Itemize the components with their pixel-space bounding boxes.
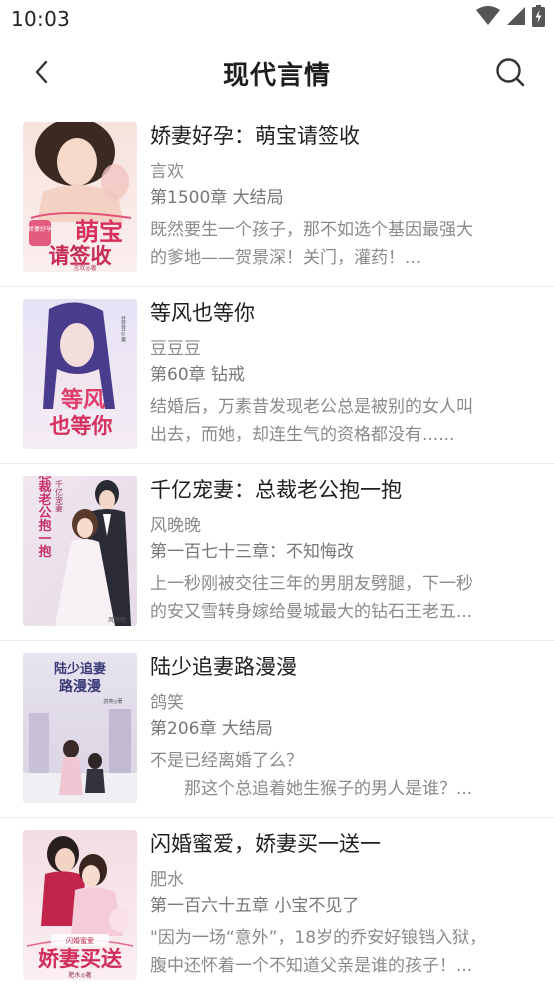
book-description-line: 那这个总追着她生猴子的男人是谁？... <box>150 779 473 799</box>
book-info: 娇妻好孕：萌宝请签收 言欢 第1500章 大结局 既然要生一个孩子，那不如选个基… <box>150 120 520 272</box>
book-author: 肥水 <box>150 870 184 890</box>
book-description-line: "因为一场“意外”，18岁的乔安好锒铛入狱， <box>150 928 487 948</box>
search-button[interactable] <box>492 56 528 92</box>
book-info: 千亿宠妻：总裁老公抱一抱 风晚晚 第一百七十三章：不知悔改 上一秒刚被交往三年的… <box>150 474 520 626</box>
book-description-line: 上一秒刚被交往三年的男朋友劈腿，下一秒 <box>150 574 473 594</box>
book-cover-image[interactable]: 总裁老公抱一抱 千亿宠妻 风晚晚 <box>23 476 137 626</box>
book-item[interactable]: 总裁老公抱一抱 千亿宠妻 风晚晚 千亿宠妻：总裁老公抱一抱 风晚晚 第一百七十三… <box>0 463 554 640</box>
cover-title-text: 娇妻买送 <box>38 946 123 971</box>
book-author: 鸽笑 <box>150 693 184 713</box>
cover-title-text: 萌宝 <box>75 217 123 246</box>
book-item[interactable]: 闪婚蜜爱 娇妻买送 肥水◎著 闪婚蜜爱，娇妻买一送一 肥水 第一百六十五章 小宝… <box>0 817 554 994</box>
book-latest-chapter: 第206章 大结局 <box>150 719 273 739</box>
cover-author-text: 肥水◎著 <box>68 971 91 979</box>
cover-author-text: 风晚晚 <box>108 616 126 624</box>
book-author: 豆豆豆 <box>150 339 201 359</box>
book-author: 言欢 <box>150 162 184 182</box>
book-description-line: 的安又雪转身嫁给曼城最大的钻石王老五... <box>150 602 473 622</box>
book-latest-chapter: 第60章 钻戒 <box>150 365 246 385</box>
cover-title-text: 路漫漫 <box>59 678 102 695</box>
cover-badge-text: 闪婚蜜爱 <box>66 936 94 945</box>
book-title[interactable]: 陆少追妻路漫漫 <box>150 651 520 683</box>
book-item[interactable]: 陆少追妻 路漫漫 鸽笑◎著 陆少追妻路漫漫 鸽笑 第206章 大结局 不是已经离… <box>0 640 554 817</box>
app-header: 现代言情 <box>0 38 554 110</box>
cover-author-text: 言欢◎著 <box>73 264 96 272</box>
book-latest-chapter: 第1500章 大结局 <box>150 188 284 208</box>
book-description-line: 腹中还怀着一个不知道父亲是谁的孩子！... <box>150 956 473 976</box>
book-latest-chapter: 第一百六十五章 小宝不见了 <box>150 896 360 916</box>
book-item[interactable]: 等风 也等你 豆豆豆◎著 等风也等你 豆豆豆 第60章 钻戒 结婚后，万素昔发现… <box>0 286 554 463</box>
book-info: 等风也等你 豆豆豆 第60章 钻戒 结婚后，万素昔发现老公总是被别的女人叫 出去… <box>150 297 520 449</box>
page-title: 现代言情 <box>222 61 331 91</box>
book-description-line: 结婚后，万素昔发现老公总是被别的女人叫 <box>150 397 473 417</box>
book-description: 结婚后，万素昔发现老公总是被别的女人叫 出去，而她，却连生气的资格都没有....… <box>150 393 520 449</box>
book-description: 既然要生一个孩子，那不如选个基因最强大 的爹地——贺景深！关门，灌药！... <box>150 216 520 272</box>
book-item[interactable]: 萌宝 请签收 娇妻好孕 言欢◎著 娇妻好孕：萌宝请签收 言欢 第1500章 大结… <box>0 110 554 286</box>
status-time: 10:03 <box>11 7 71 31</box>
book-description: 上一秒刚被交往三年的男朋友劈腿，下一秒 的安又雪转身嫁给曼城最大的钻石王老五..… <box>150 570 520 626</box>
status-bar: 10:03 <box>0 0 554 38</box>
cover-author-text: 鸽笑◎著 <box>103 698 122 705</box>
cover-title-text: 千亿宠妻 <box>55 479 64 513</box>
cover-title-text: 总裁老公抱一抱 <box>36 476 53 559</box>
book-description-line: 的爹地——贺景深！关门，灌药！... <box>150 248 422 268</box>
book-cover-image[interactable]: 陆少追妻 路漫漫 鸽笑◎著 <box>23 653 137 803</box>
book-info: 陆少追妻路漫漫 鸽笑 第206章 大结局 不是已经离婚了么？ 那这个总追着她生猴… <box>150 651 520 803</box>
status-icons <box>476 5 545 31</box>
cover-badge-text: 娇妻好孕 <box>28 225 52 233</box>
book-title[interactable]: 闪婚蜜爱，娇妻买一送一 <box>150 828 520 860</box>
book-cover-image[interactable]: 等风 也等你 豆豆豆◎著 <box>23 299 137 449</box>
book-title[interactable]: 等风也等你 <box>150 297 520 329</box>
book-list: 萌宝 请签收 娇妻好孕 言欢◎著 娇妻好孕：萌宝请签收 言欢 第1500章 大结… <box>0 110 554 994</box>
cover-title-text: 陆少追妻 <box>54 661 106 677</box>
book-description-line: 出去，而她，却连生气的资格都没有...... <box>150 425 455 445</box>
book-description: 不是已经离婚了么？ 那这个总追着她生猴子的男人是谁？... <box>150 747 520 803</box>
signal-icon <box>506 6 526 30</box>
book-author: 风晚晚 <box>150 516 201 536</box>
book-description-line: 不是已经离婚了么？ <box>150 751 303 771</box>
book-description: "因为一场“意外”，18岁的乔安好锒铛入狱， 腹中还怀着一个不知道父亲是谁的孩子… <box>150 924 520 980</box>
cover-title-text: 也等你 <box>50 413 113 438</box>
book-info: 闪婚蜜爱，娇妻买一送一 肥水 第一百六十五章 小宝不见了 "因为一场“意外”，1… <box>150 828 520 980</box>
book-title[interactable]: 娇妻好孕：萌宝请签收 <box>150 120 520 152</box>
battery-icon <box>532 5 545 31</box>
search-icon <box>494 56 526 92</box>
book-cover-image[interactable]: 萌宝 请签收 娇妻好孕 言欢◎著 <box>23 122 137 272</box>
wifi-icon <box>476 6 500 30</box>
cover-author-text: 豆豆豆◎著 <box>120 316 126 343</box>
book-description-line: 既然要生一个孩子，那不如选个基因最强大 <box>150 220 473 240</box>
book-cover-image[interactable]: 闪婚蜜爱 娇妻买送 肥水◎著 <box>23 830 137 980</box>
book-title[interactable]: 千亿宠妻：总裁老公抱一抱 <box>150 474 520 506</box>
cover-title-text: 等风 <box>61 387 105 413</box>
book-latest-chapter: 第一百七十三章：不知悔改 <box>150 542 354 562</box>
